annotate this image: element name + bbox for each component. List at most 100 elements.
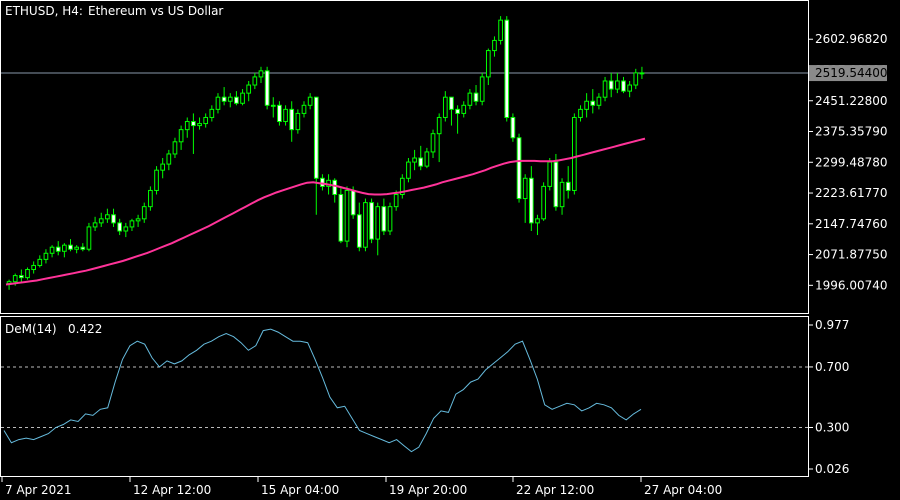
- candle-body: [31, 264, 36, 271]
- candle: [246, 80, 252, 102]
- candle-body: [49, 246, 55, 254]
- price-tick-label: 2071.87750: [815, 248, 888, 262]
- candle-body: [332, 179, 338, 196]
- candle-body: [350, 189, 356, 216]
- candle-body: [498, 19, 503, 41]
- candle-body: [565, 181, 571, 191]
- candle-body: [504, 19, 510, 118]
- candle-body: [160, 163, 166, 171]
- candle: [621, 76, 626, 94]
- candle: [571, 113, 577, 195]
- candle: [363, 198, 368, 252]
- candle: [301, 101, 307, 118]
- candle-body: [406, 161, 411, 179]
- candle: [277, 101, 282, 126]
- candle-body: [258, 70, 264, 78]
- candle: [117, 218, 123, 236]
- candle: [369, 198, 374, 244]
- candle: [25, 267, 30, 280]
- candle: [590, 89, 596, 114]
- candle-body: [55, 246, 61, 252]
- candle: [31, 261, 36, 274]
- candle: [344, 186, 350, 248]
- moving-average-line: [5, 137, 646, 286]
- candle: [461, 101, 467, 118]
- candle-body: [369, 202, 374, 240]
- candle-body: [178, 129, 184, 143]
- candle-body: [117, 222, 123, 232]
- candle: [442, 91, 448, 122]
- candle-body: [62, 244, 67, 252]
- candle: [418, 145, 424, 171]
- candle-body: [80, 246, 86, 250]
- candle-body: [479, 76, 485, 102]
- candle: [227, 93, 233, 108]
- dem-tick-label: 0.977: [815, 318, 849, 332]
- candle: [80, 243, 86, 252]
- candle-body: [455, 108, 460, 114]
- candle: [178, 125, 184, 150]
- candle: [74, 245, 80, 254]
- candle-body: [19, 275, 24, 279]
- candle-body: [381, 206, 387, 232]
- dem-indicator-label: DeM(14): [5, 322, 57, 336]
- candle: [166, 149, 172, 171]
- price-tick-label: 2602.96820: [815, 32, 888, 46]
- candle: [203, 113, 209, 128]
- candle-body: [418, 157, 424, 167]
- candle: [399, 174, 405, 199]
- candle-body: [25, 269, 30, 279]
- dem-tick-label: 0.026: [815, 462, 849, 476]
- dem-line: [3, 328, 642, 453]
- candle: [615, 72, 620, 94]
- candle-body: [412, 157, 417, 163]
- candle: [62, 243, 67, 258]
- candle-body: [234, 96, 239, 104]
- candle-body: [338, 194, 344, 242]
- candle-body: [363, 202, 368, 248]
- candle-body: [105, 214, 110, 220]
- candle: [252, 72, 258, 90]
- candle: [479, 72, 485, 106]
- price-tick-label: 2147.74760: [815, 217, 888, 231]
- candle-body: [135, 218, 141, 222]
- candle: [424, 147, 430, 169]
- candle-body: [283, 108, 288, 123]
- candle-body: [184, 121, 190, 131]
- candle-body: [528, 177, 534, 224]
- candle-body: [356, 214, 362, 248]
- candle: [68, 239, 73, 252]
- candle: [455, 105, 460, 134]
- candle: [43, 249, 49, 264]
- candle: [406, 158, 411, 183]
- candle-body: [522, 177, 528, 200]
- candle-body: [98, 218, 104, 224]
- candle-body: [590, 100, 596, 106]
- candle-body: [301, 104, 307, 114]
- candle-body: [191, 121, 196, 127]
- candle-body: [485, 50, 491, 78]
- candle: [98, 212, 104, 227]
- time-tick-label: 19 Apr 20:00: [389, 483, 467, 497]
- candle-body: [559, 181, 565, 208]
- price-tick-label: 2451.22800: [815, 94, 888, 108]
- price-tick-label: 1996.00740: [815, 278, 888, 292]
- candle: [172, 137, 178, 159]
- candle-body: [240, 92, 245, 104]
- candle-body: [553, 161, 559, 208]
- candle: [516, 133, 522, 203]
- chart-canvas[interactable]: ETHUSD, H4: Ethereum vs US Dollar DeM(14…: [0, 0, 900, 500]
- candle: [240, 89, 245, 106]
- chart-symbol-label: ETHUSD, H4:: [5, 4, 83, 18]
- candle: [522, 174, 528, 223]
- candle-body: [221, 96, 227, 102]
- candle: [148, 186, 153, 211]
- candle-body: [92, 222, 98, 228]
- candle: [37, 255, 43, 268]
- candle-body: [320, 177, 325, 187]
- candle: [559, 178, 565, 215]
- dem-tick-label: 0.700: [815, 360, 849, 374]
- candle-body: [307, 96, 313, 106]
- candle-body: [639, 72, 645, 75]
- candle-body: [547, 161, 553, 187]
